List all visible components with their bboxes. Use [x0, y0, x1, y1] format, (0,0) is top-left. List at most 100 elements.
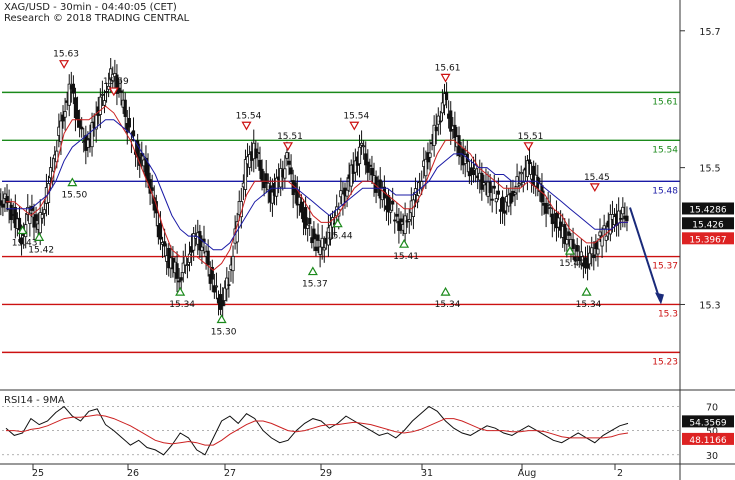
swing-high-label: 15.51: [277, 132, 303, 142]
price-tag-label: 15.3967: [689, 235, 726, 245]
candle-body: [158, 223, 163, 240]
swing-low-label: 15.41: [393, 252, 419, 262]
candle-body: [471, 169, 476, 176]
chart-title: XAG/USD - 30min - 04:40:05 (CET): [4, 2, 177, 13]
candle-body: [397, 220, 401, 231]
chart-root: 15.61 15.54 15.48 15.37 15.3 15.23 15.63 15.59…: [0, 0, 735, 480]
candle-body: [285, 152, 289, 159]
candle-body: [368, 164, 372, 167]
candle-body: [9, 204, 13, 220]
candle-body: [200, 246, 204, 251]
candle-body: [185, 264, 190, 266]
candle-body: [127, 118, 131, 128]
level-label: 15.54: [652, 145, 678, 155]
swing-low-label: 15.34: [169, 300, 195, 310]
candle-body: [123, 99, 127, 117]
candle-body: [59, 120, 63, 143]
swing-low-label: 15.42: [28, 245, 54, 255]
candle-body: [598, 231, 602, 237]
candle-body: [617, 210, 621, 224]
candle-body: [625, 215, 629, 222]
candle-body: [312, 228, 316, 240]
candle-body: [131, 130, 136, 137]
x-tick-label: 27: [224, 468, 236, 479]
candle-body: [289, 167, 293, 175]
chart-copyright: Research © 2018 TRADING CENTRAL: [4, 13, 190, 24]
candle-body: [306, 224, 310, 229]
swing-low-label: 15.37: [302, 280, 328, 290]
candle-body: [579, 251, 583, 257]
candle-body: [299, 201, 304, 213]
y-tick-label: 15.3: [699, 300, 720, 311]
x-tick-label: 2: [617, 468, 623, 479]
candle-body: [102, 100, 107, 106]
candle-body: [256, 152, 260, 155]
candle-body: [214, 285, 219, 288]
candle-body: [231, 255, 235, 272]
swing-low-label: 15.44: [327, 232, 353, 242]
swing-high-label: 15.63: [53, 50, 79, 60]
candle-body: [494, 198, 498, 203]
candle-body: [119, 90, 123, 93]
candle-body: [314, 246, 318, 251]
candle-body: [571, 239, 575, 249]
candle-body: [540, 185, 544, 203]
swing-low-label: 15.50: [61, 191, 87, 201]
candle-body: [260, 168, 264, 181]
candle-body: [17, 217, 22, 231]
swing-high-label: 15.59: [103, 77, 129, 87]
candle-body: [592, 254, 596, 259]
candle-body: [492, 185, 496, 189]
candle-body: [320, 237, 324, 248]
candle-body: [428, 152, 432, 158]
candle-body: [386, 195, 391, 213]
candle-body: [546, 203, 550, 206]
price-tag-label: 15.4286: [689, 205, 726, 215]
level-label: 15.3: [658, 309, 678, 319]
candle-body: [590, 247, 594, 255]
candle-body: [548, 207, 552, 210]
candle-body: [399, 218, 403, 223]
candle-body: [619, 217, 623, 220]
candle-body: [575, 245, 579, 252]
swing-low-label: 15.40: [559, 259, 585, 269]
x-tick-label: 25: [32, 468, 44, 479]
candle-body: [223, 287, 227, 301]
candle-body: [395, 213, 399, 217]
candle-body: [357, 146, 362, 165]
level-label: 15.48: [652, 186, 678, 196]
candle-body: [163, 241, 167, 247]
candle-body: [187, 253, 192, 263]
candle-body: [434, 126, 438, 132]
candle-body: [407, 219, 411, 222]
candle-body: [567, 231, 571, 236]
candle-body: [150, 187, 154, 191]
candle-body: [391, 200, 395, 205]
candle-body: [177, 280, 181, 283]
level-label: 15.23: [652, 357, 678, 367]
swing-high-label: 15.45: [584, 173, 610, 183]
candle-body: [488, 181, 492, 193]
candle-body: [370, 167, 374, 176]
candle-body: [80, 126, 84, 130]
candle-body: [1, 203, 5, 208]
candle-body: [403, 215, 407, 235]
candle-body: [287, 160, 291, 165]
candle-body: [100, 93, 105, 96]
swing-high-label: 15.61: [435, 63, 461, 73]
candle-body: [71, 83, 75, 94]
price-tag-label: 15.426: [692, 220, 724, 230]
candle-body: [596, 248, 600, 255]
y-tick-label: 15.7: [699, 27, 720, 38]
swing-high-label: 15.54: [236, 111, 262, 121]
candle-body: [221, 300, 225, 307]
chart-canvas: 15.61 15.54 15.48 15.37 15.3 15.23 15.63 15.59…: [0, 0, 735, 480]
candle-body: [63, 111, 67, 118]
candle-body: [183, 256, 187, 266]
candle-body: [75, 110, 80, 120]
candle-body: [393, 219, 397, 222]
y-tick-label: 15.5: [699, 164, 720, 175]
level-label: 15.61: [652, 97, 678, 107]
candle-body: [436, 115, 440, 125]
candle-body: [389, 209, 393, 213]
